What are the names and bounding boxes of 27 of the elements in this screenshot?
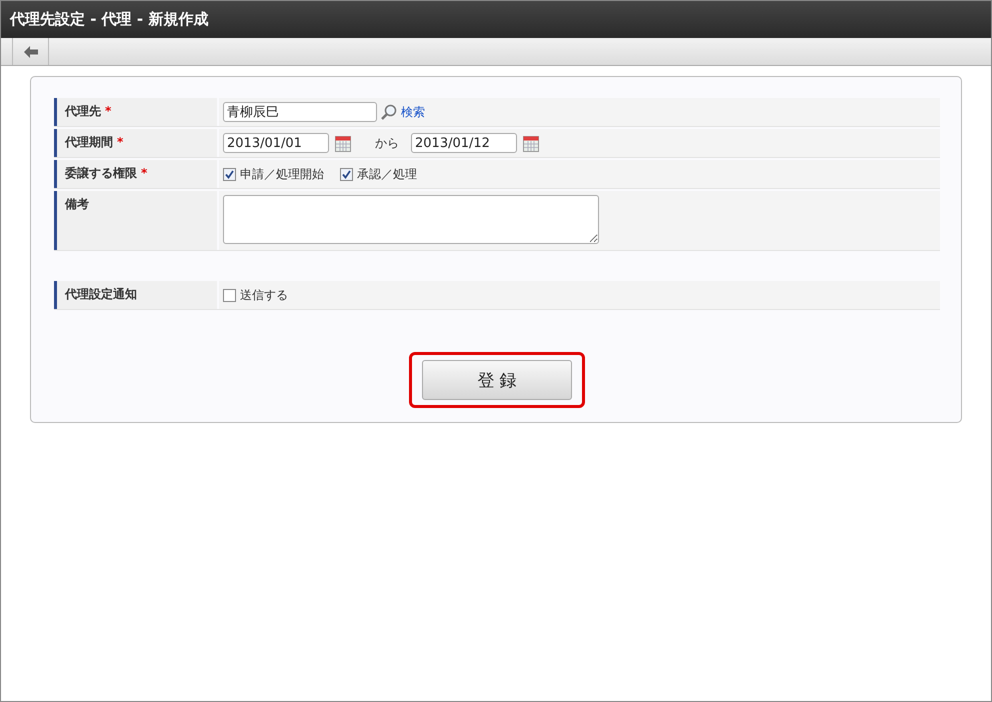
calendar-icon[interactable] bbox=[335, 134, 351, 152]
checkbox[interactable] bbox=[223, 288, 236, 302]
field-label: 委譲する権限 * bbox=[54, 160, 217, 188]
checkbox-label: 承認／処理 bbox=[357, 166, 417, 182]
calendar-icon[interactable] bbox=[523, 134, 539, 152]
checkbox-label: 送信する bbox=[240, 286, 288, 304]
remarks-field[interactable] bbox=[223, 195, 599, 244]
date-field[interactable]: 2013/01/12 bbox=[411, 133, 517, 153]
range-separator: から bbox=[375, 134, 399, 152]
required-mark: * bbox=[141, 166, 148, 180]
required-mark: * bbox=[117, 135, 124, 149]
register-button[interactable]: 登 録 bbox=[422, 360, 572, 400]
checkbox[interactable] bbox=[340, 168, 353, 180]
back-button[interactable] bbox=[12, 38, 49, 65]
required-mark: * bbox=[105, 104, 112, 118]
date-field[interactable]: 2013/01/01 bbox=[223, 133, 329, 153]
field-label: 代理期間 * bbox=[54, 129, 217, 157]
window-title: 代理先設定 - 代理 - 新規作成 bbox=[10, 10, 208, 29]
search-icon[interactable] bbox=[381, 104, 397, 120]
search-link[interactable]: 検索 bbox=[401, 104, 425, 120]
checkbox[interactable] bbox=[223, 168, 236, 180]
proxy-input-field[interactable]: 青柳辰巳 bbox=[223, 102, 377, 122]
field-label: 代理設定通知 bbox=[54, 281, 217, 309]
left-arrow-icon bbox=[24, 46, 38, 58]
checkbox-label: 申請／処理開始 bbox=[240, 166, 324, 182]
field-label: 代理先 * bbox=[54, 98, 217, 126]
field-label: 備考 bbox=[54, 191, 217, 250]
